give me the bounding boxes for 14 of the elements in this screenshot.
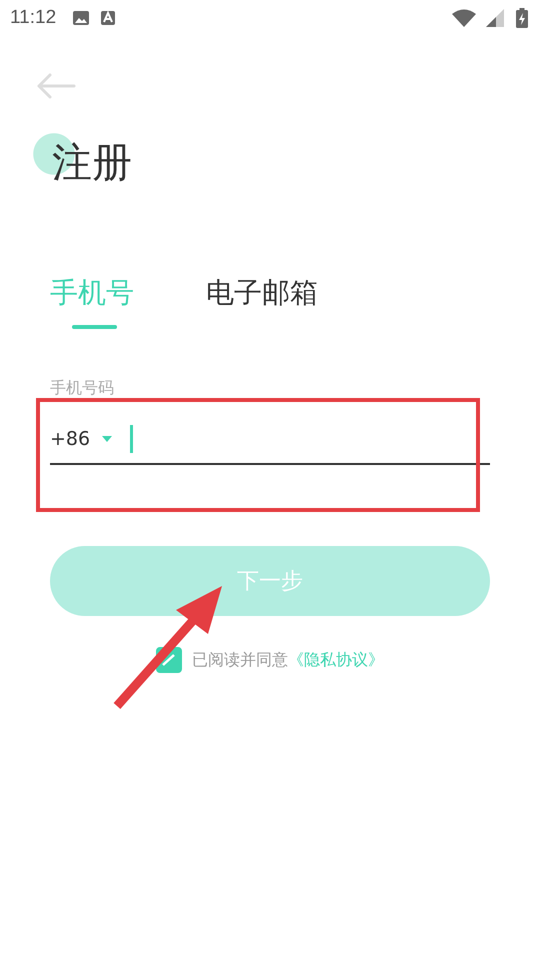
font-icon [100, 10, 116, 26]
agreement-text: 已阅读并同意 [192, 650, 288, 670]
back-arrow-icon[interactable] [36, 72, 76, 100]
wifi-icon [452, 9, 476, 27]
phone-input-field[interactable]: +86 [50, 415, 490, 465]
dropdown-caret-icon[interactable] [102, 436, 112, 442]
field-label: 手机号码 [50, 378, 114, 398]
country-code[interactable]: +86 [50, 428, 90, 450]
status-time: 11:12 [10, 7, 56, 29]
tab[interactable]: 电子邮箱 [206, 271, 318, 329]
signal-icon [486, 9, 506, 27]
image-icon [72, 10, 90, 26]
battery-icon [516, 8, 528, 28]
checkmark-icon [161, 653, 177, 667]
